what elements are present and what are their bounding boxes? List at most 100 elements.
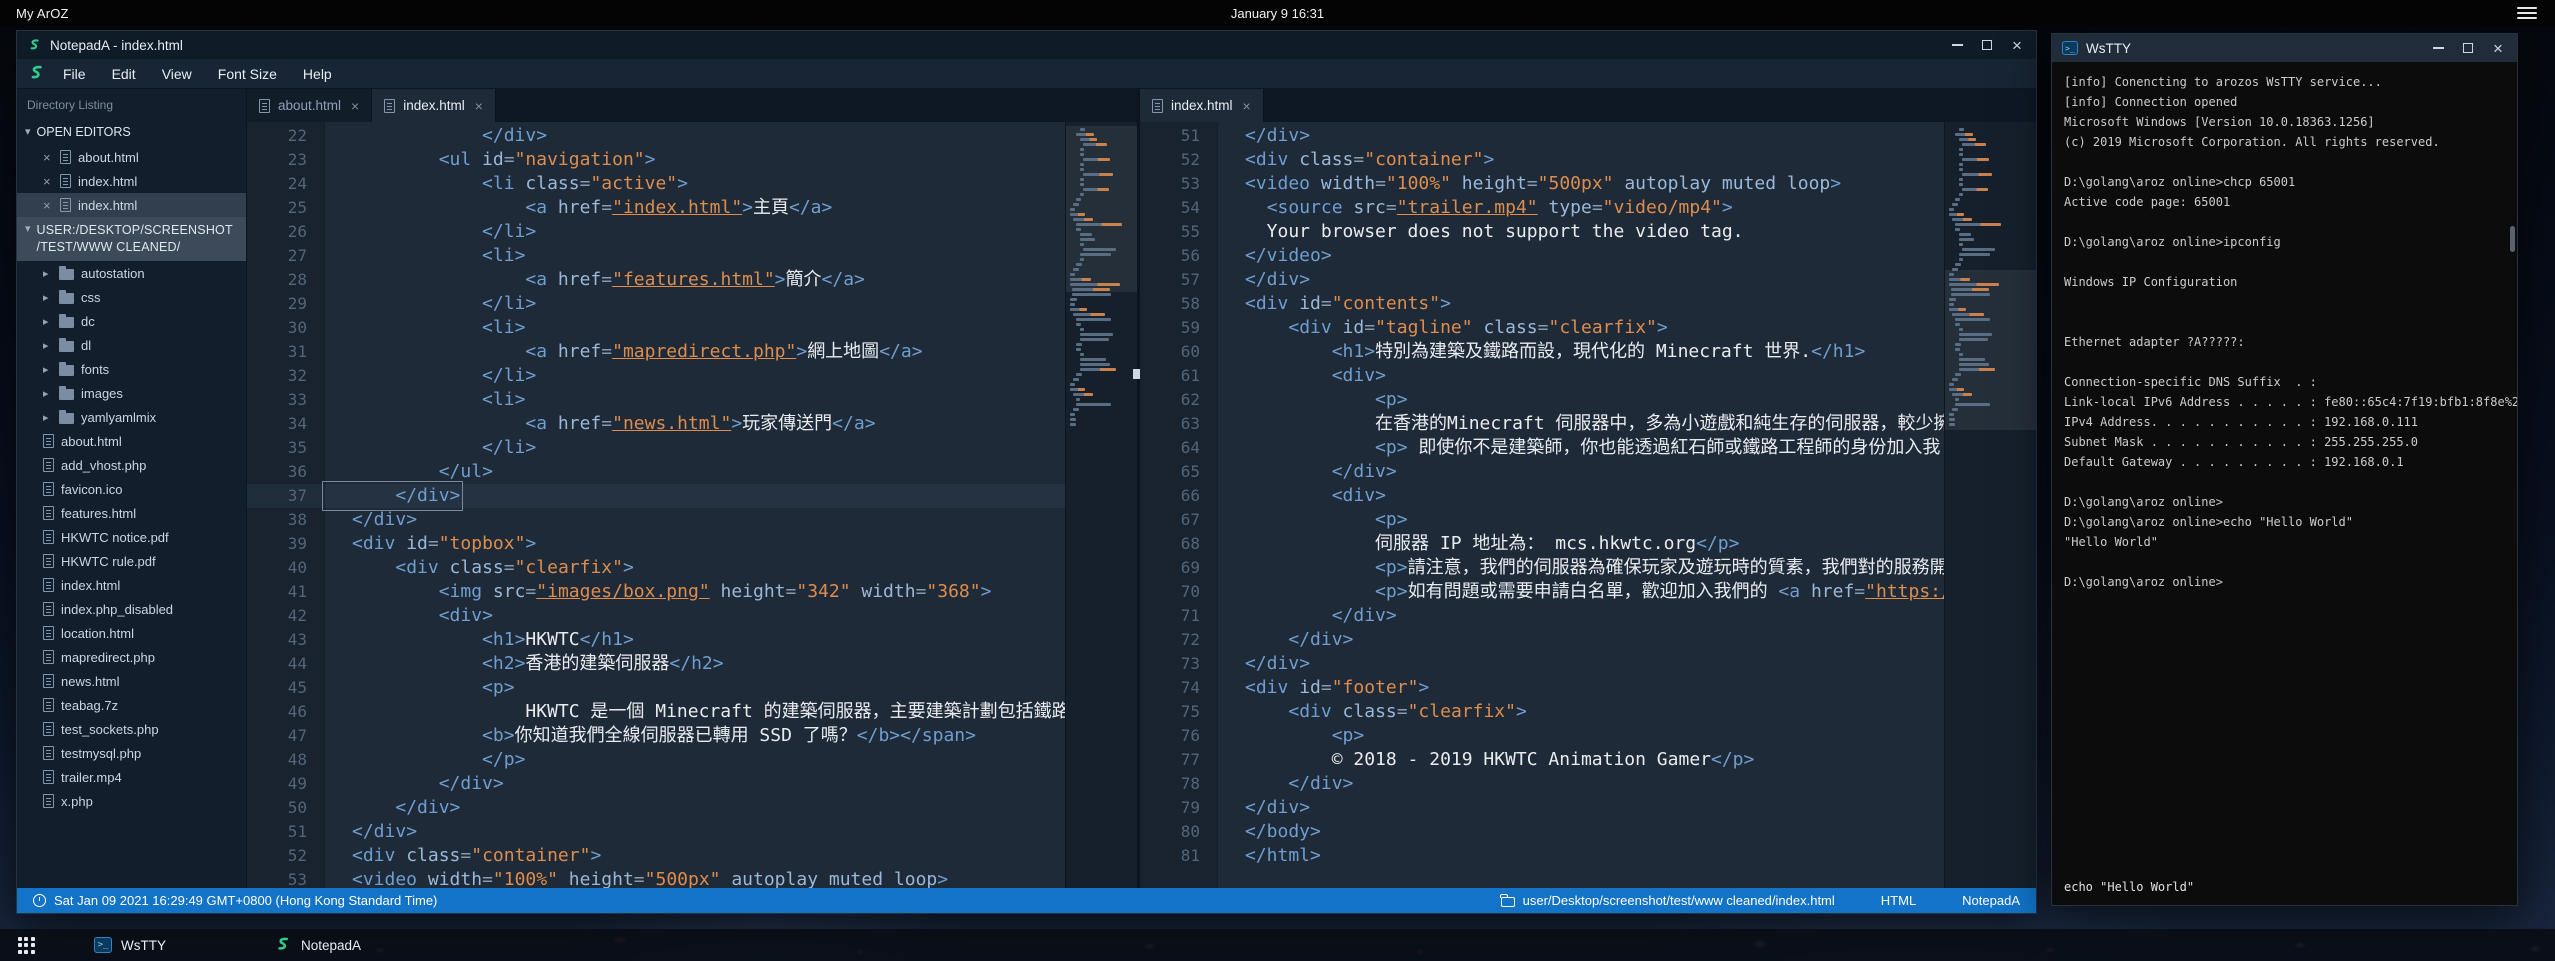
- tab-index-html[interactable]: index.html ×: [1140, 89, 1264, 122]
- close-editor-icon[interactable]: ×: [43, 150, 53, 165]
- code-line[interactable]: 68 伺服器 IP 地址為： mcs.hkwtc.org</p>: [1140, 532, 1944, 556]
- code-line[interactable]: 45 <p>: [247, 676, 1065, 700]
- code-line[interactable]: 38</div>: [247, 508, 1065, 532]
- code-line[interactable]: 70 <p>如有問題或需要申請白名單，歡迎加入我們的 <a href="http…: [1140, 580, 1944, 604]
- code-line[interactable]: 77 © 2018 - 2019 HKWTC Animation Gamer</…: [1140, 748, 1944, 772]
- code-line[interactable]: 66 <div>: [1140, 484, 1944, 508]
- code-line[interactable]: 71 </div>: [1140, 604, 1944, 628]
- open-editors-header[interactable]: ▾ OPEN EDITORS: [17, 120, 246, 145]
- code-line[interactable]: 25 <a href="index.html">主頁</a>: [247, 196, 1065, 220]
- code-line[interactable]: 72 </div>: [1140, 628, 1944, 652]
- tree-folder-item[interactable]: ▸fonts: [17, 357, 246, 381]
- code-line[interactable]: 67 <p>: [1140, 508, 1944, 532]
- tree-folder-item[interactable]: ▸yamlyamlmix: [17, 405, 246, 429]
- code-line[interactable]: 53<video width="100%" height="500px" aut…: [1140, 172, 1944, 196]
- code-line[interactable]: 22 </div>: [247, 124, 1065, 148]
- code-line[interactable]: 41 <img src="images/box.png" height="342…: [247, 580, 1065, 604]
- notepada-titlebar[interactable]: NotepadA - index.html ×: [17, 31, 2036, 59]
- minimize-button[interactable]: [2423, 34, 2453, 62]
- code-line[interactable]: 24 <li class="active">: [247, 172, 1065, 196]
- close-tab-icon[interactable]: ×: [1243, 98, 1251, 114]
- code-line[interactable]: 35 </li>: [247, 436, 1065, 460]
- code-line[interactable]: 56</video>: [1140, 244, 1944, 268]
- code-line[interactable]: 60 <h1>特別為建築及鐵路而設，現代化的 Minecraft 世界.</h1…: [1140, 340, 1944, 364]
- close-editor-icon[interactable]: ×: [43, 198, 53, 213]
- code-line[interactable]: 57</div>: [1140, 268, 1944, 292]
- code-line[interactable]: 65 </div>: [1140, 460, 1944, 484]
- menu-view[interactable]: View: [149, 59, 205, 88]
- tree-file-item[interactable]: teabag.7z: [17, 693, 246, 717]
- code-line[interactable]: 80</body>: [1140, 820, 1944, 844]
- maximize-button[interactable]: [1972, 31, 2002, 59]
- tab-about-html[interactable]: about.html ×: [247, 89, 372, 122]
- status-language[interactable]: HTML: [1881, 893, 1916, 908]
- terminal-scrollbar[interactable]: [2509, 68, 2516, 899]
- code-line[interactable]: 51</div>: [247, 820, 1065, 844]
- code-line[interactable]: 64 <p> 即使你不是建築師，你也能透過紅石師或鐵路工程師的身份加入我: [1140, 436, 1944, 460]
- code-line[interactable]: 50 </div>: [247, 796, 1065, 820]
- code-line[interactable]: 61 <div>: [1140, 364, 1944, 388]
- tree-file-item[interactable]: favicon.ico: [17, 477, 246, 501]
- code-area[interactable]: 22 </div>23 <ul id="navigation">24 <li c…: [247, 122, 1065, 888]
- code-line[interactable]: 58<div id="contents">: [1140, 292, 1944, 316]
- tree-file-item[interactable]: mapredirect.php: [17, 645, 246, 669]
- tree-folder-item[interactable]: ▸autostation: [17, 261, 246, 285]
- close-editor-icon[interactable]: ×: [43, 174, 53, 189]
- open-editor-item[interactable]: ×index.html: [17, 193, 246, 217]
- open-editor-item[interactable]: ×index.html: [17, 169, 246, 193]
- code-line[interactable]: 53<video width="100%" height="500px" aut…: [247, 868, 1065, 888]
- code-line[interactable]: 43 <h1>HKWTC</h1>: [247, 628, 1065, 652]
- app-launcher-button[interactable]: [0, 929, 52, 961]
- minimap[interactable]: [1065, 122, 1137, 888]
- code-line[interactable]: 52<div class="container">: [1140, 148, 1944, 172]
- code-line[interactable]: 62 <p>: [1140, 388, 1944, 412]
- tree-file-item[interactable]: location.html: [17, 621, 246, 645]
- code-line[interactable]: 34 <a href="news.html">玩家傳送門</a>: [247, 412, 1065, 436]
- minimize-button[interactable]: [1942, 31, 1972, 59]
- close-tab-icon[interactable]: ×: [475, 98, 483, 114]
- code-line[interactable]: 26 </li>: [247, 220, 1065, 244]
- code-line[interactable]: 63 在香港的Minecraft 伺服器中，多為小遊戲和純生存的伺服器，較少擁有: [1140, 412, 1944, 436]
- code-line[interactable]: 39<div id="topbox">: [247, 532, 1065, 556]
- hamburger-menu-icon[interactable]: [2517, 7, 2537, 19]
- code-line[interactable]: 76 <p>: [1140, 724, 1944, 748]
- code-line[interactable]: 78 </div>: [1140, 772, 1944, 796]
- tree-file-item[interactable]: testmysql.php: [17, 741, 246, 765]
- tree-file-item[interactable]: HKWTC notice.pdf: [17, 525, 246, 549]
- code-line[interactable]: 33 <li>: [247, 388, 1065, 412]
- code-line[interactable]: 37 </div>: [247, 484, 1065, 508]
- code-line[interactable]: 44 <h2>香港的建築伺服器</h2>: [247, 652, 1065, 676]
- tree-file-item[interactable]: add_vhost.php: [17, 453, 246, 477]
- code-line[interactable]: 31 <a href="mapredirect.php">網上地圖</a>: [247, 340, 1065, 364]
- code-line[interactable]: 46 HKWTC 是一個 Minecraft 的建築伺服器，主要建築計劃包括鐵路: [247, 700, 1065, 724]
- tree-file-item[interactable]: HKWTC rule.pdf: [17, 549, 246, 573]
- tree-folder-item[interactable]: ▸dc: [17, 309, 246, 333]
- code-line[interactable]: 59 <div id="tagline" class="clearfix">: [1140, 316, 1944, 340]
- code-area[interactable]: 51</div>52<div class="container">53<vide…: [1140, 122, 1944, 888]
- code-line[interactable]: 23 <ul id="navigation">: [247, 148, 1065, 172]
- code-line[interactable]: 27 <li>: [247, 244, 1065, 268]
- close-button[interactable]: ×: [2483, 34, 2513, 62]
- taskbar-item-wstty[interactable]: >_ WsTTY: [80, 929, 180, 961]
- code-line[interactable]: 48 </p>: [247, 748, 1065, 772]
- workspace-header[interactable]: ▾ USER:/DESKTOP/SCREENSHOT /TEST/WWW CLE…: [17, 217, 246, 261]
- wstty-titlebar[interactable]: >_ WsTTY ×: [2052, 34, 2517, 62]
- code-line[interactable]: 54 <source src="trailer.mp4" type="video…: [1140, 196, 1944, 220]
- tree-file-item[interactable]: about.html: [17, 429, 246, 453]
- code-line[interactable]: 75 <div class="clearfix">: [1140, 700, 1944, 724]
- code-line[interactable]: 74<div id="footer">: [1140, 676, 1944, 700]
- code-line[interactable]: 51</div>: [1140, 124, 1944, 148]
- code-line[interactable]: 49 </div>: [247, 772, 1065, 796]
- minimap[interactable]: [1944, 122, 2036, 888]
- terminal-input-echo[interactable]: echo "Hello World": [2064, 877, 2194, 897]
- tree-file-item[interactable]: features.html: [17, 501, 246, 525]
- code-line[interactable]: 79</div>: [1140, 796, 1944, 820]
- menu-edit[interactable]: Edit: [99, 59, 149, 88]
- tab-index-html[interactable]: index.html ×: [372, 89, 496, 122]
- menu-font-size[interactable]: Font Size: [205, 59, 290, 88]
- code-line[interactable]: 40 <div class="clearfix">: [247, 556, 1065, 580]
- tree-file-item[interactable]: x.php: [17, 789, 246, 813]
- open-editor-item[interactable]: ×about.html: [17, 145, 246, 169]
- code-line[interactable]: 52<div class="container">: [247, 844, 1065, 868]
- close-button[interactable]: ×: [2002, 31, 2032, 59]
